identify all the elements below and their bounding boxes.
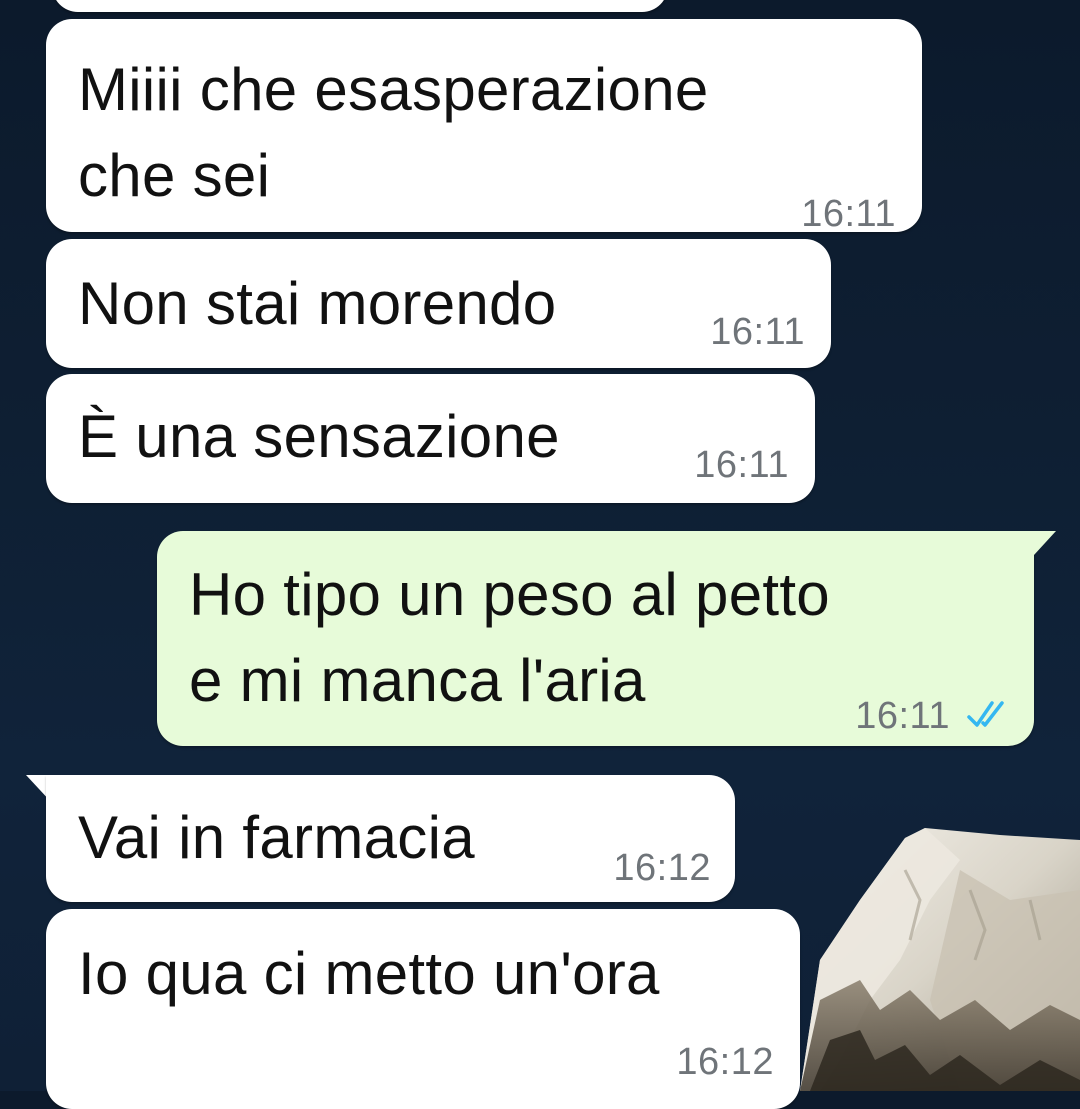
outgoing-bubble-tail xyxy=(1028,531,1056,555)
message-text: Vai in farmacia xyxy=(78,804,475,871)
message-bubble-incoming[interactable] xyxy=(52,0,668,12)
double-check-icon xyxy=(967,701,1004,727)
message-text: Io qua ci metto un'ora xyxy=(78,940,660,1007)
message-bubble-incoming[interactable]: Vai in farmacia 16:12 xyxy=(46,775,735,902)
message-timestamp: 16:11 xyxy=(710,311,805,353)
message-timestamp: 16:12 xyxy=(613,847,711,889)
message-timestamp: 16:11 xyxy=(694,444,789,486)
message-timestamp: 16:12 xyxy=(676,1041,774,1083)
message-text: Ho tipo un peso al petto e mi manca l'ar… xyxy=(189,561,830,714)
message-timestamp: 16:11 xyxy=(801,193,896,235)
message-bubble-incoming[interactable]: Non stai morendo 16:11 xyxy=(46,239,831,368)
message-text: È una sensazione xyxy=(78,403,560,470)
message-timestamp: 16:11 xyxy=(855,695,950,737)
message-text: Miiii che esasperazione che sei xyxy=(78,56,709,209)
message-bubble-outgoing[interactable]: Ho tipo un peso al petto e mi manca l'ar… xyxy=(157,531,1034,746)
message-bubble-incoming[interactable]: Io qua ci metto un'ora 16:12 xyxy=(46,909,800,1109)
message-bubble-incoming[interactable]: Miiii che esasperazione che sei 16:11 xyxy=(46,19,922,235)
message-bubble-incoming[interactable]: È una sensazione 16:11 xyxy=(46,374,815,503)
message-text: Non stai morendo xyxy=(78,270,557,337)
